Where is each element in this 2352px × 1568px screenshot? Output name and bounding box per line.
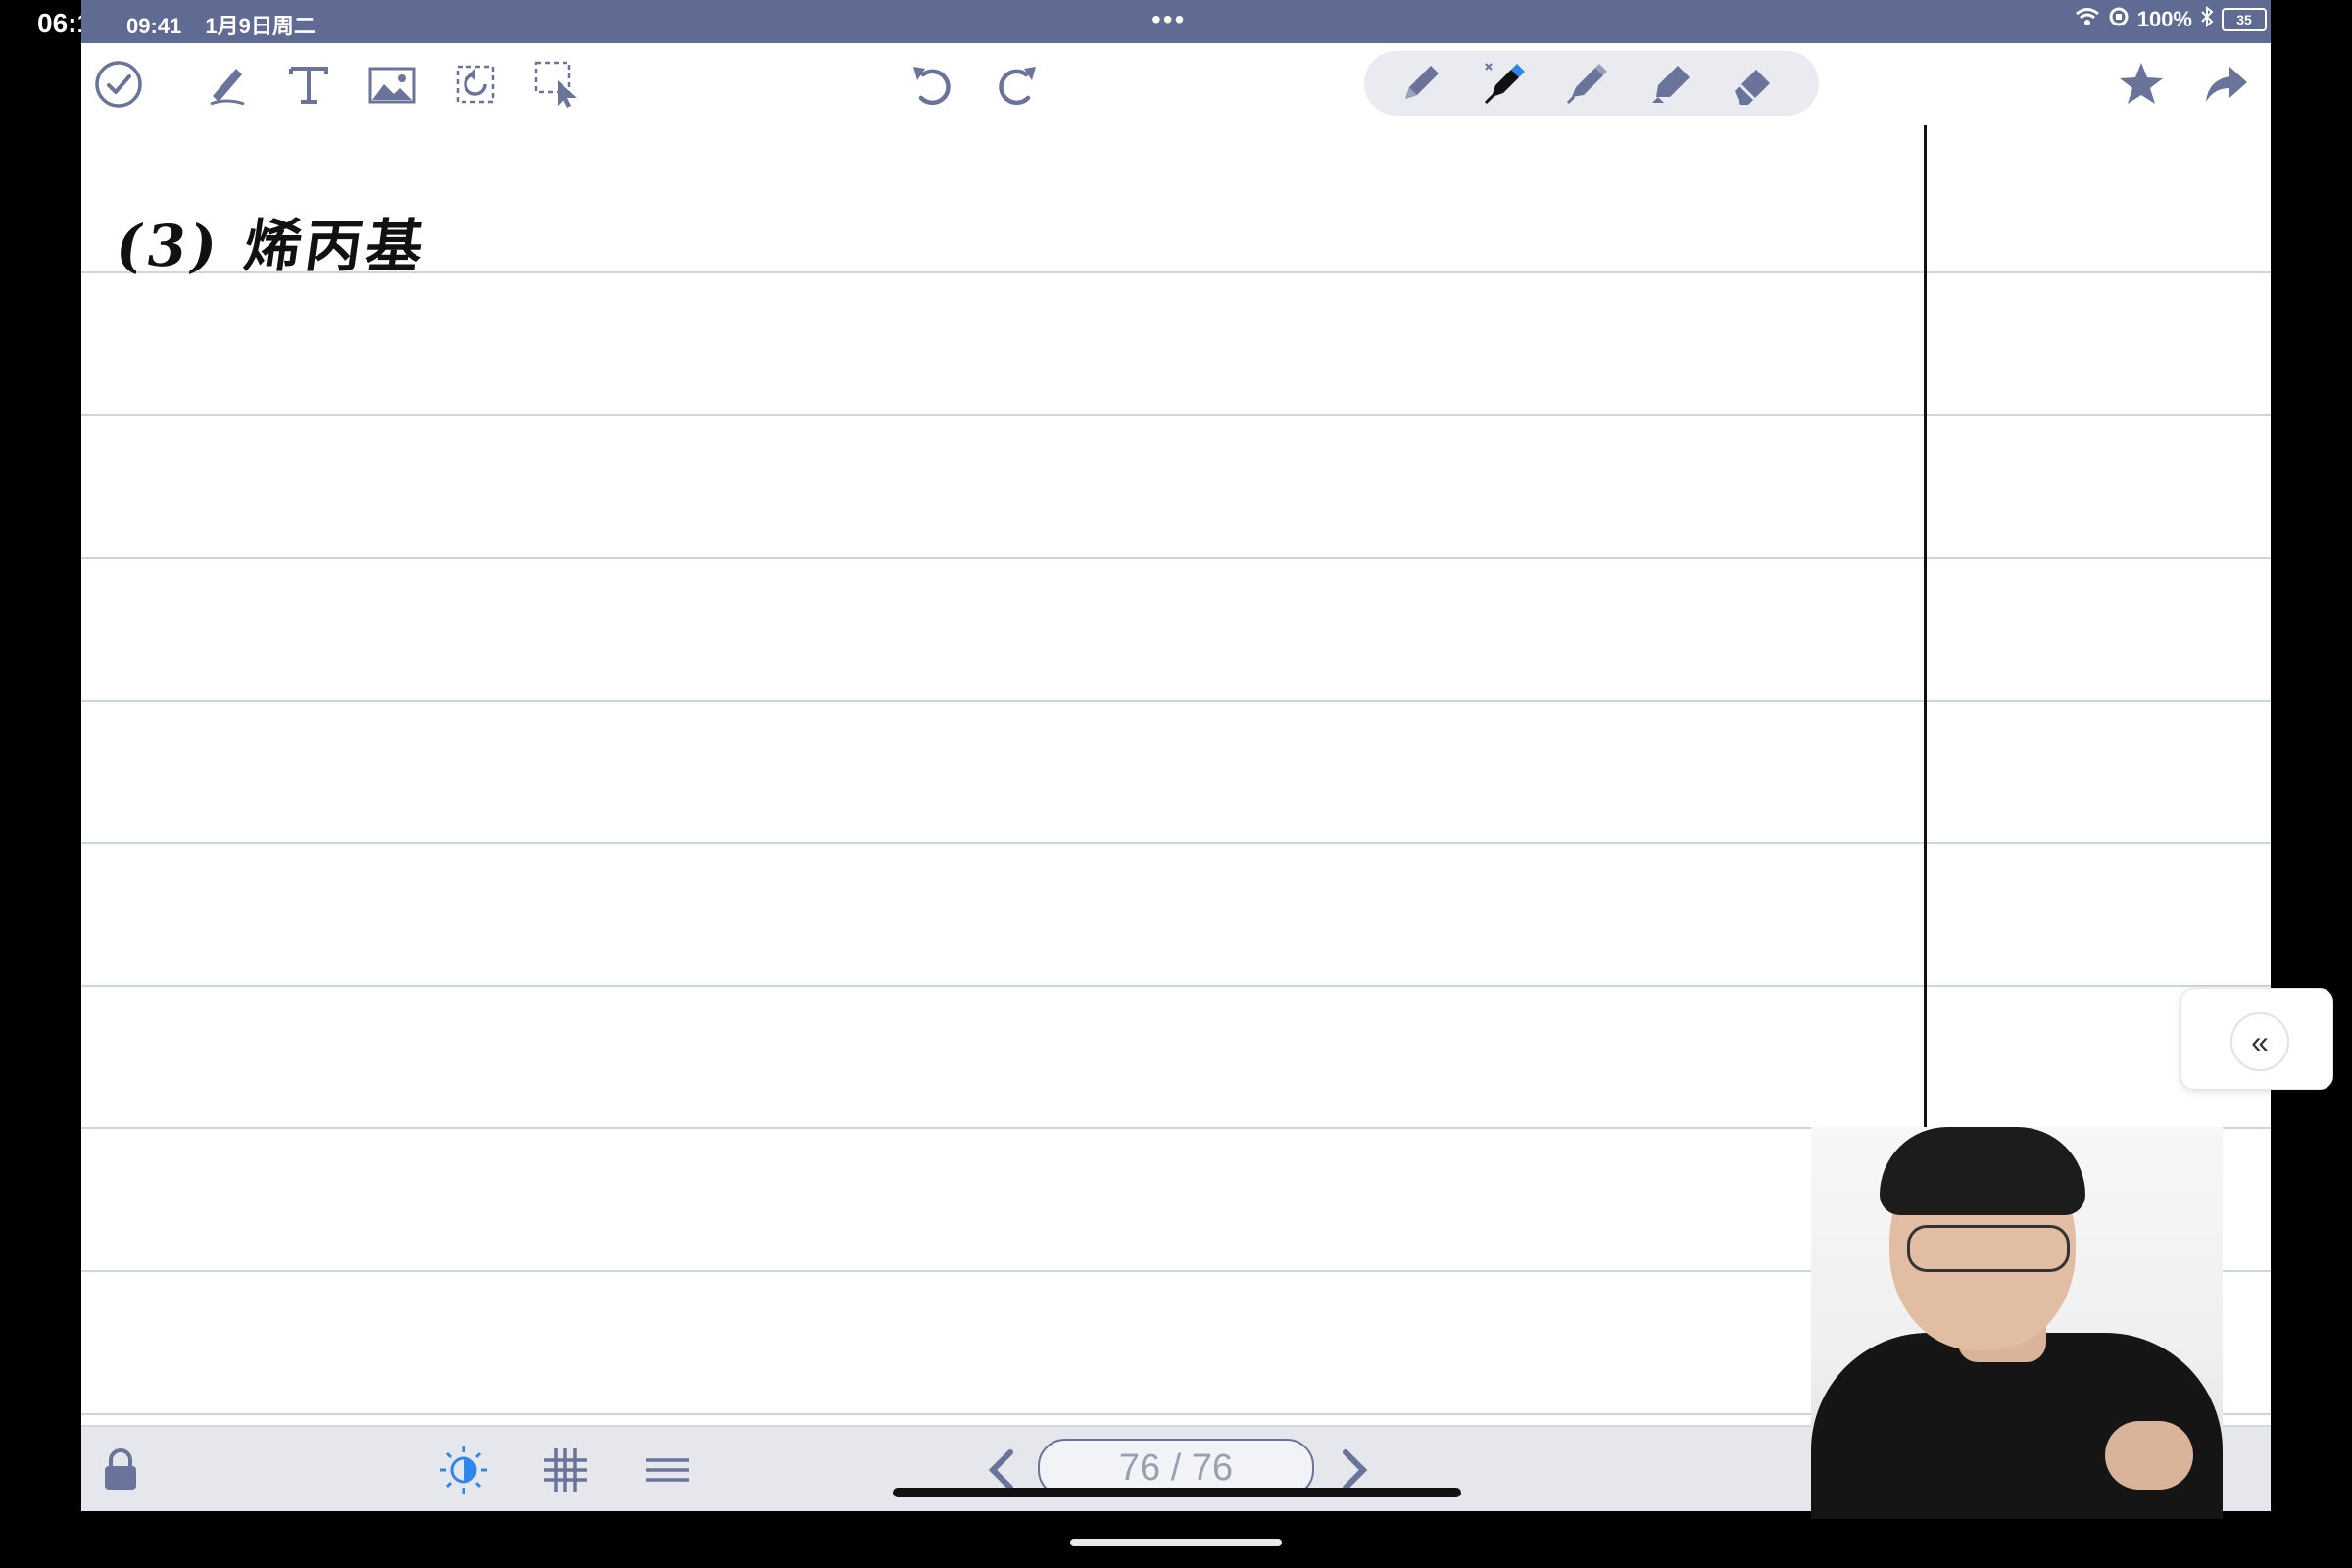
wifi-icon: [2075, 6, 2100, 33]
bluetooth-icon: [2200, 5, 2214, 33]
grid-icon[interactable]: [538, 1443, 593, 1497]
presenter-hair: [1880, 1127, 2085, 1215]
side-panel-toggle: «: [2180, 988, 2333, 1090]
brightness-icon[interactable]: [436, 1443, 491, 1497]
page-scrub-bar[interactable]: [893, 1488, 1461, 1497]
text-tool-icon[interactable]: [281, 57, 336, 112]
lock-icon[interactable]: [93, 1443, 148, 1497]
lines-icon[interactable]: [640, 1443, 695, 1497]
rule-line: [81, 557, 2271, 559]
fountain-pen-icon[interactable]: [1476, 56, 1531, 111]
pen-tool-icon[interactable]: [199, 57, 254, 112]
highlighter-icon[interactable]: [1642, 56, 1697, 111]
ballpoint-pen-icon[interactable]: [1558, 56, 1613, 111]
presenter-hand: [2105, 1421, 2193, 1490]
status-date: 1月9日周二: [205, 14, 316, 38]
rule-line: [81, 700, 2271, 702]
battery-percent: 100%: [2136, 7, 2192, 31]
done-icon[interactable]: [91, 57, 146, 112]
collapse-button[interactable]: «: [2230, 1012, 2289, 1071]
pen-selector: [1364, 51, 1819, 116]
share-icon[interactable]: [2198, 57, 2253, 112]
home-indicator[interactable]: [1070, 1539, 1282, 1546]
status-time: 09:41: [126, 14, 182, 38]
webcam-video: [1811, 1127, 2223, 1519]
orientation-lock-icon: [2108, 6, 2130, 33]
handwritten-note: (3) 烯丙基: [111, 213, 432, 279]
eraser-icon[interactable]: [1725, 56, 1780, 111]
lasso-tool-icon[interactable]: [448, 57, 503, 112]
image-tool-icon[interactable]: [365, 57, 419, 112]
multitask-dots[interactable]: •••: [1152, 4, 1186, 35]
pencil-icon[interactable]: [1394, 56, 1448, 111]
rule-line: [81, 985, 2271, 987]
battery-icon: 35: [2222, 8, 2267, 31]
redo-icon[interactable]: [989, 57, 1044, 112]
star-icon[interactable]: [2114, 57, 2169, 112]
undo-icon[interactable]: [906, 57, 960, 112]
rule-line: [81, 414, 2271, 416]
selection-tool-icon[interactable]: [530, 57, 585, 112]
rule-line: [81, 842, 2271, 844]
presenter-glasses: [1907, 1225, 2070, 1272]
status-bar: 09:41 1月9日周二 ••• 100% 35: [81, 0, 2271, 43]
toolbar: [81, 43, 2271, 127]
